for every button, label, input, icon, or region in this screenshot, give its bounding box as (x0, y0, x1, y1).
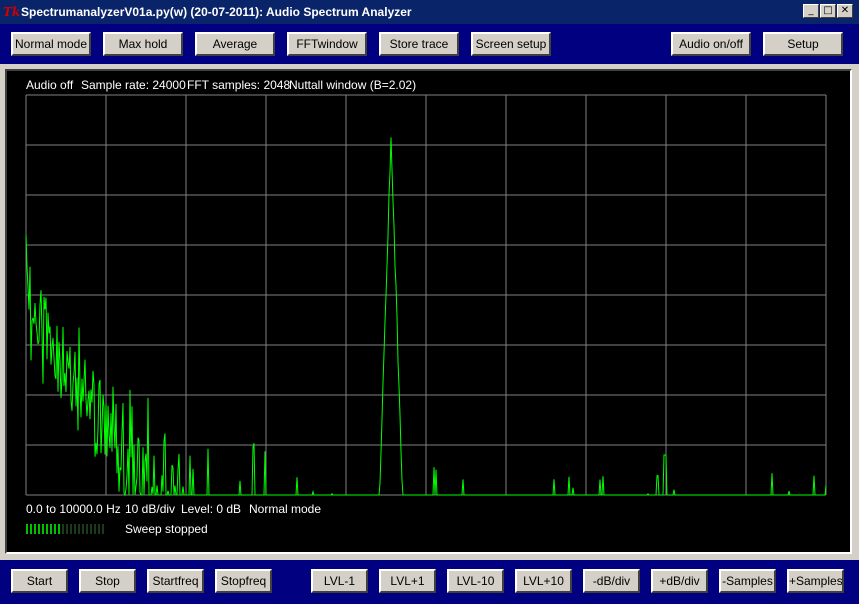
db-per-div-decrease-button[interactable]: -dB/div (583, 569, 640, 593)
start-button[interactable]: Start (11, 569, 68, 593)
spectrum-display: Audio off Sample rate: 24000 FFT samples… (5, 69, 852, 554)
lvl-plus-1-button[interactable]: LVL+1 (379, 569, 436, 593)
sweep-indicator-segment (74, 524, 76, 534)
window-title: SpectrumanalyzerV01a.py(w) (20-07-2011):… (21, 5, 412, 19)
sweep-indicator-segment (58, 524, 60, 534)
normal-mode-button[interactable]: Normal mode (11, 32, 91, 56)
samples-increase-button[interactable]: +Samples (787, 569, 844, 593)
close-button[interactable]: ✕ (837, 4, 853, 18)
level-label: Level: 0 dB (181, 502, 242, 516)
sweep-indicator-segment (90, 524, 92, 534)
sweep-indicator-segment (94, 524, 96, 534)
sweep-indicator-segment (26, 524, 28, 534)
audio-toggle-button[interactable]: Audio on/off (671, 32, 751, 56)
sweep-indicator-segment (30, 524, 32, 534)
title-bar: Tk SpectrumanalyzerV01a.py(w) (20-07-201… (0, 0, 859, 24)
stop-button[interactable]: Stop (79, 569, 136, 593)
stopfreq-button[interactable]: Stopfreq (215, 569, 272, 593)
setup-button[interactable]: Setup (763, 32, 843, 56)
startfreq-button[interactable]: Startfreq (147, 569, 204, 593)
sweep-indicator-segment (54, 524, 56, 534)
bottom-toolbar: Start Stop Startfreq Stopfreq LVL-1 LVL+… (0, 560, 859, 604)
spectrum-plot (25, 94, 827, 534)
db-per-div-increase-button[interactable]: +dB/div (651, 569, 708, 593)
sweep-indicator-segment (42, 524, 44, 534)
sweep-indicator-segment (78, 524, 80, 534)
sweep-indicator-segment (66, 524, 68, 534)
tk-icon: Tk (3, 5, 21, 19)
sweep-indicator-segment (46, 524, 48, 534)
sweep-indicator-segment (50, 524, 52, 534)
samples-decrease-button[interactable]: -Samples (719, 569, 776, 593)
sweep-indicator-segment (34, 524, 36, 534)
fftwindow-button[interactable]: FFTwindow (287, 32, 367, 56)
sweep-indicator-segment (62, 524, 64, 534)
db-per-div-label: 10 dB/div (125, 502, 176, 516)
max-hold-button[interactable]: Max hold (103, 32, 183, 56)
lvl-minus-10-button[interactable]: LVL-10 (447, 569, 504, 593)
frequency-range-label: 0.0 to 10000.0 Hz (26, 502, 121, 516)
maximize-button[interactable]: □ (820, 4, 836, 18)
grid-lines (25, 94, 827, 496)
lvl-minus-1-button[interactable]: LVL-1 (311, 569, 368, 593)
sweep-indicator-segment (82, 524, 84, 534)
mode-label: Normal mode (249, 502, 322, 516)
lvl-plus-10-button[interactable]: LVL+10 (515, 569, 572, 593)
sweep-indicator-segment (70, 524, 72, 534)
average-button[interactable]: Average (195, 32, 275, 56)
sweep-progress-indicator (26, 524, 104, 534)
sweep-indicator-segment (102, 524, 104, 534)
minimize-button[interactable]: _ (803, 4, 819, 18)
top-toolbar: Normal mode Max hold Average FFTwindow S… (0, 24, 859, 64)
sweep-indicator-segment (38, 524, 40, 534)
sweep-status: Sweep stopped (125, 522, 208, 536)
screen-setup-button[interactable]: Screen setup (471, 32, 551, 56)
store-trace-button[interactable]: Store trace (379, 32, 459, 56)
sweep-indicator-segment (98, 524, 100, 534)
sweep-indicator-segment (86, 524, 88, 534)
